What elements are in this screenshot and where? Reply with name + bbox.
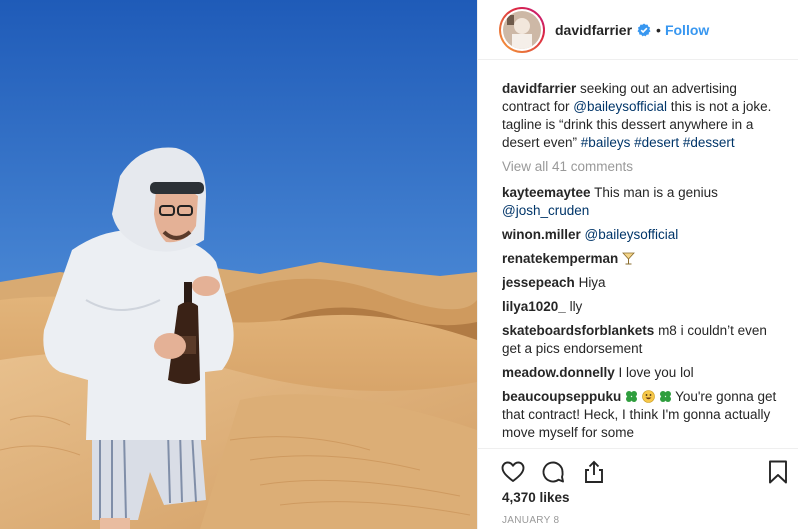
comment-username[interactable]: beaucoupseppuku	[502, 389, 621, 404]
comment-mention[interactable]: @josh_cruden	[502, 203, 589, 218]
four-leaf-clover-icon	[625, 390, 638, 403]
post-header: davidfarrier • Follow	[478, 0, 798, 60]
share-icon[interactable]	[581, 459, 607, 485]
comment-text: lly	[565, 299, 583, 314]
view-all-comments-link[interactable]: View all 41 comments	[502, 158, 784, 176]
list-item: meadow.donnelly I love you lol	[502, 364, 784, 382]
heart-icon[interactable]	[500, 459, 526, 485]
list-item: beaucoupseppuku You're gonna get that co…	[502, 388, 784, 442]
bookmark-icon[interactable]	[765, 459, 791, 485]
comment-username[interactable]: winon.miller	[502, 227, 581, 242]
desert-photo-illustration	[0, 0, 477, 529]
likes-count[interactable]: 4,370 likes	[502, 490, 570, 505]
cocktail-emoji-icon	[622, 252, 635, 265]
avatar-image	[503, 10, 541, 49]
post-actions-bar	[478, 448, 798, 488]
comment-mention[interactable]: @baileysofficial	[585, 227, 679, 242]
list-item: winon.miller @baileysofficial	[502, 226, 784, 244]
comment-text: This man is a genius	[590, 185, 718, 200]
avatar[interactable]	[499, 6, 545, 53]
list-item: skateboardsforblankets m8 i couldn’t eve…	[502, 322, 784, 358]
list-item: lilya1020_ lly	[502, 298, 784, 316]
comment-bubble-icon[interactable]	[540, 459, 566, 485]
list-item: kayteemaytee This man is a genius @josh_…	[502, 184, 784, 220]
caption-hashtag[interactable]: #baileys	[581, 135, 631, 150]
comment-text: Hiya	[574, 275, 606, 290]
comment-username[interactable]: lilya1020_	[502, 299, 566, 314]
grinning-face-emoji-icon	[641, 390, 655, 403]
caption-mention[interactable]: @baileysofficial	[573, 99, 667, 114]
post-date[interactable]: JANUARY 8	[502, 515, 559, 526]
list-item: renatekemperman	[502, 250, 784, 268]
follow-button[interactable]: Follow	[665, 22, 709, 38]
list-item: jessepeach Hiya	[502, 274, 784, 292]
comment-username[interactable]: jessepeach	[502, 275, 575, 290]
caption-username[interactable]: davidfarrier	[502, 81, 576, 96]
comment-username[interactable]: renatekemperman	[502, 251, 618, 266]
caption-hashtag[interactable]: #dessert	[683, 135, 735, 150]
header-username[interactable]: davidfarrier	[555, 22, 632, 38]
post-caption: davidfarrier seeking out an advertising …	[502, 80, 784, 152]
comment-username[interactable]: meadow.donnelly	[502, 365, 615, 380]
comment-username[interactable]: skateboardsforblankets	[502, 323, 654, 338]
verified-badge-icon	[637, 23, 651, 37]
caption-hashtag[interactable]: #desert	[634, 135, 679, 150]
comments-list: davidfarrier seeking out an advertising …	[502, 80, 784, 446]
post-photo[interactable]	[0, 0, 477, 529]
comment-text: I love you lol	[614, 365, 694, 380]
separator-dot: •	[656, 21, 661, 38]
four-leaf-clover-icon	[659, 390, 672, 403]
post-sidebar: davidfarrier • Follow davidfarrier seeki…	[477, 0, 798, 529]
comment-username[interactable]: kayteemaytee	[502, 185, 591, 200]
